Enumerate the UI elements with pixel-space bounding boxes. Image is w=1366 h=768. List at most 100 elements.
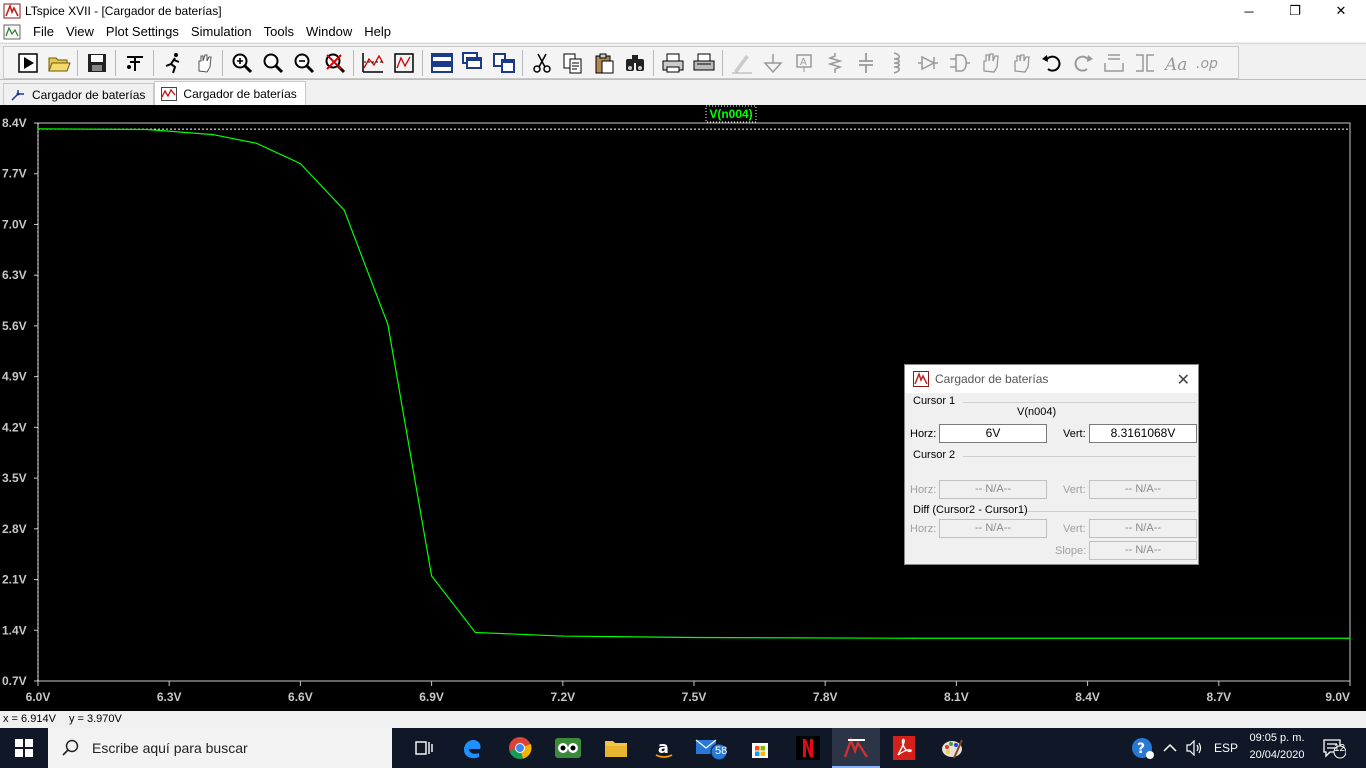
chevron-up-icon[interactable] [1163, 728, 1177, 768]
slope-field: -- N/A-- [1089, 541, 1197, 560]
menu-plot-settings[interactable]: Plot Settings [100, 22, 185, 42]
notification-center-button[interactable]: 12 [1322, 728, 1346, 768]
netflix-icon [796, 736, 820, 760]
find-button[interactable] [619, 49, 650, 77]
cursor-dialog[interactable]: Cargador de baterías ✕ Cursor 1 V(n004) … [904, 364, 1199, 565]
save-button[interactable] [81, 49, 112, 77]
trace-point [693, 636, 695, 639]
taskbar-tripadvisor[interactable] [544, 728, 592, 768]
volume-icon[interactable] [1186, 728, 1204, 768]
drag-button[interactable] [1005, 49, 1036, 77]
fit-button[interactable] [388, 49, 419, 77]
taskbar-search-box[interactable]: Escribe aquí para buscar [48, 728, 392, 768]
menu-help[interactable]: Help [358, 22, 397, 42]
menu-view[interactable]: View [60, 22, 100, 42]
inductor-button[interactable] [881, 49, 912, 77]
cascade-button[interactable] [457, 49, 488, 77]
draw-wire-button[interactable] [726, 49, 757, 77]
tab-waveform[interactable]: Cargador de baterías [154, 81, 306, 105]
system-clock[interactable]: 09:05 p. m. 20/04/2020 [1242, 730, 1312, 764]
close-icon[interactable]: ✕ [1177, 370, 1190, 390]
copy-button[interactable] [557, 49, 588, 77]
capacitor-button[interactable] [850, 49, 881, 77]
runner-button[interactable] [157, 49, 188, 77]
draw-wire-icon [731, 54, 752, 73]
schematic-icon [11, 89, 24, 101]
resistor-button[interactable] [819, 49, 850, 77]
paste-button[interactable] [588, 49, 619, 77]
cursor2-vert-field: -- N/A-- [1089, 480, 1197, 499]
tab-schematic[interactable]: Cargador de baterías [3, 83, 155, 105]
print-setup-button[interactable] [688, 49, 719, 77]
control-panel-button[interactable] [119, 49, 150, 77]
x-tick-label: 6.9V [419, 690, 444, 704]
mirror-button[interactable] [1129, 49, 1160, 77]
folder-icon [605, 741, 627, 757]
open-icon [47, 57, 71, 71]
task-view-button[interactable] [400, 728, 448, 768]
move-button[interactable] [974, 49, 1005, 77]
start-button[interactable] [0, 728, 48, 768]
tile-horizontal-icon [430, 52, 453, 73]
cursor1-vert-field[interactable]: 8.3161068V [1089, 424, 1197, 443]
autorange-button[interactable] [357, 49, 388, 77]
taskbar-mail[interactable]: 58 [688, 728, 736, 768]
open-button[interactable] [43, 49, 74, 77]
spice-directive-button[interactable]: .op [1191, 49, 1222, 77]
diode-button[interactable] [912, 49, 943, 77]
taskbar-paint[interactable] [928, 728, 976, 768]
undo-button[interactable] [1036, 49, 1067, 77]
tripadvisor-icon [555, 738, 581, 758]
taskbar-chrome[interactable] [496, 728, 544, 768]
diode-icon [917, 55, 938, 70]
language-indicator[interactable]: ESP [1214, 728, 1238, 768]
close-button[interactable]: ✕ [1318, 0, 1364, 22]
document-system-menu-icon[interactable] [3, 24, 21, 40]
cut-button[interactable] [526, 49, 557, 77]
x-tick-label: 8.1V [944, 690, 969, 704]
svg-text:?: ? [1137, 741, 1145, 757]
tab-waveform-label: Cargador de baterías [183, 86, 297, 101]
component-icon [949, 53, 970, 72]
x-tick-label: 6.0V [26, 690, 51, 704]
tile-horizontal-button[interactable] [426, 49, 457, 77]
component-button[interactable] [943, 49, 974, 77]
rotate-button[interactable] [1098, 49, 1129, 77]
zoom-out-button[interactable] [288, 49, 319, 77]
run-button[interactable] [12, 49, 43, 77]
taskbar-store[interactable] [736, 728, 784, 768]
cursor-dialog-titlebar[interactable]: Cargador de baterías ✕ [905, 365, 1198, 393]
text-button[interactable]: Aa [1160, 49, 1191, 77]
toolbar-separator [653, 49, 654, 76]
zoom-area-button[interactable] [257, 49, 288, 77]
menu-simulation[interactable]: Simulation [185, 22, 258, 42]
taskbar-ltspice[interactable] [832, 728, 880, 768]
print-button[interactable] [657, 49, 688, 77]
cursor1-horz-field[interactable]: 6V [939, 424, 1047, 443]
menu-window[interactable]: Window [300, 22, 358, 42]
divider [1027, 511, 1196, 512]
pan-hand-button[interactable] [188, 49, 219, 77]
taskbar-file-explorer[interactable] [592, 728, 640, 768]
cursor2-horz-label: Horz: [910, 484, 937, 496]
taskbar-netflix[interactable] [784, 728, 832, 768]
label-net-button[interactable]: A [788, 49, 819, 77]
redo-button[interactable] [1067, 49, 1098, 77]
status-y-coordinate: y = 3.970V [68, 713, 122, 725]
taskbar-acrobat[interactable] [880, 728, 928, 768]
taskbar-amazon[interactable]: a [640, 728, 688, 768]
y-tick-label: 2.1V [2, 573, 27, 587]
ground-button[interactable] [757, 49, 788, 77]
search-icon [62, 739, 79, 756]
tile-vertical-button[interactable] [488, 49, 519, 77]
restore-button[interactable]: ❐ [1272, 0, 1318, 22]
y-tick-label: 1.4V [2, 623, 27, 637]
minimize-button[interactable]: ─ [1226, 0, 1272, 22]
menu-tools[interactable]: Tools [258, 22, 300, 42]
help-tray-icon[interactable]: ? [1130, 728, 1156, 768]
taskbar-edge[interactable] [448, 728, 496, 768]
menu-file[interactable]: File [27, 22, 60, 42]
resistor-icon [826, 52, 843, 73]
zoom-cancel-button[interactable] [319, 49, 350, 77]
zoom-in-button[interactable] [226, 49, 257, 77]
